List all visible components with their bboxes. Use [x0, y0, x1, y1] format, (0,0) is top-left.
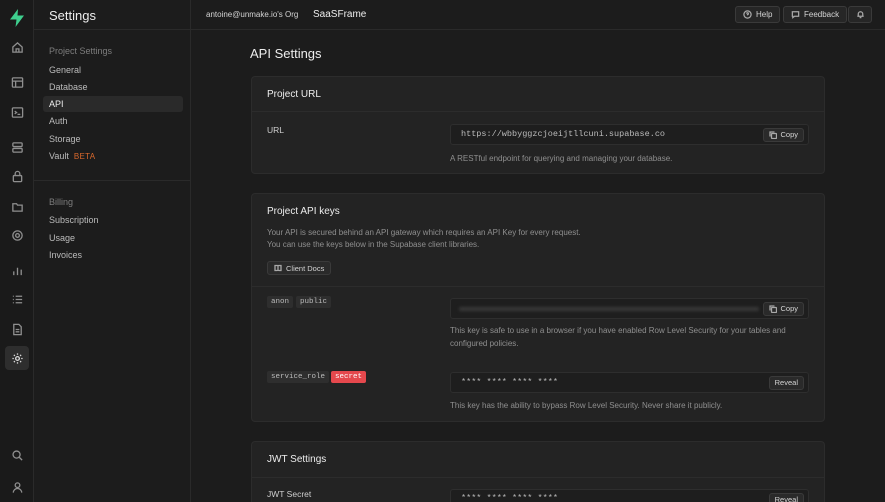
jwt-secret-label: JWT Secret — [267, 489, 312, 499]
home-icon[interactable] — [5, 35, 29, 59]
feedback-button[interactable]: Feedback — [783, 6, 848, 23]
service-role-tag: service_role — [267, 371, 330, 383]
help-label: Help — [756, 10, 773, 19]
copy-label: Copy — [780, 130, 798, 139]
sidebar-divider — [34, 29, 190, 30]
top-bar: antoine@unmake.io's Org SaaSFrame Help F… — [191, 0, 885, 30]
beta-badge: BETA — [73, 152, 96, 161]
project-selector[interactable]: SaaSFrame — [313, 9, 366, 20]
copy-icon — [769, 131, 778, 139]
sidebar-item-auth[interactable]: Auth — [43, 113, 183, 129]
client-docs-button[interactable]: Client Docs — [267, 261, 332, 275]
reveal-label: Reveal — [774, 495, 798, 502]
service-role-key-field[interactable]: **** **** **** **** Reveal — [450, 372, 809, 393]
settings-sidebar: Settings Project Settings General Databa… — [34, 0, 191, 502]
sidebar-item-invoices[interactable]: Invoices — [43, 247, 183, 263]
help-button[interactable]: Help — [735, 6, 781, 23]
copy-label: Copy — [780, 304, 798, 313]
icon-rail — [0, 0, 34, 502]
service-key-help: This key has the ability to bypass Row L… — [450, 401, 723, 410]
sidebar-item-general[interactable]: General — [43, 62, 183, 78]
storage-icon[interactable] — [5, 194, 29, 218]
card-divider — [252, 477, 824, 478]
auth-lock-icon[interactable] — [5, 164, 29, 188]
api-keys-title: Project API keys — [267, 206, 340, 217]
sql-editor-icon[interactable] — [5, 100, 29, 124]
logs-icon[interactable] — [5, 287, 29, 311]
masked-key: **** **** **** **** — [461, 377, 558, 387]
url-value: https://wbbyggzcjoeijtllcuni.supabase.co — [461, 129, 666, 139]
public-tag: public — [296, 296, 332, 308]
copy-anon-key-button[interactable]: Copy — [763, 302, 804, 316]
sidebar-item-subscription[interactable]: Subscription — [43, 212, 183, 228]
sidebar-item-usage[interactable]: Usage — [43, 230, 183, 246]
project-settings-heading: Project Settings — [49, 46, 113, 56]
billing-heading: Billing — [49, 197, 74, 207]
main-content: API Settings Project URL URL https://wbb… — [191, 30, 885, 502]
project-url-title: Project URL — [267, 89, 321, 100]
sidebar-title: Settings — [49, 8, 96, 23]
database-icon[interactable] — [5, 135, 29, 159]
anon-tag: anon — [267, 296, 294, 308]
url-label: URL — [267, 125, 285, 135]
masked-jwt-secret: **** **** **** **** — [461, 493, 558, 502]
feedback-icon — [791, 11, 800, 19]
sidebar-item-label: Vault — [49, 151, 69, 161]
client-docs-label: Client Docs — [286, 263, 325, 273]
reports-icon[interactable] — [5, 258, 29, 282]
org-selector[interactable]: antoine@unmake.io's Org — [206, 10, 298, 19]
help-icon — [743, 10, 752, 19]
jwt-settings-card: JWT Settings JWT Secret **** **** **** *… — [251, 441, 825, 502]
feedback-label: Feedback — [804, 10, 840, 19]
url-help-text: A RESTful endpoint for querying and mana… — [450, 154, 673, 163]
card-divider — [252, 111, 824, 112]
edge-functions-icon[interactable] — [5, 223, 29, 247]
sidebar-item-vault[interactable]: Vault BETA — [43, 148, 183, 164]
anon-key-field[interactable]: Copy — [450, 298, 809, 319]
reveal-service-key-button[interactable]: Reveal — [768, 376, 804, 390]
jwt-secret-field[interactable]: **** **** **** **** Reveal — [450, 489, 809, 502]
supabase-logo-icon[interactable] — [9, 9, 25, 27]
table-editor-icon[interactable] — [5, 70, 29, 94]
sidebar-item-storage[interactable]: Storage — [43, 131, 183, 147]
api-keys-description-2: You can use the keys below in the Supaba… — [267, 240, 480, 249]
copy-icon — [769, 305, 778, 313]
page-title: API Settings — [250, 46, 322, 61]
book-icon — [274, 264, 282, 272]
search-icon[interactable] — [5, 443, 29, 467]
api-keys-card: Project API keys Your API is secured beh… — [251, 193, 825, 422]
jwt-settings-title: JWT Settings — [267, 454, 327, 465]
url-field[interactable]: https://wbbyggzcjoeijtllcuni.supabase.co… — [450, 124, 809, 145]
project-url-card: Project URL URL https://wbbyggzcjoeijtll… — [251, 76, 825, 174]
secret-tag: secret — [331, 371, 367, 383]
api-docs-icon[interactable] — [5, 317, 29, 341]
bell-icon — [856, 11, 864, 19]
reveal-label: Reveal — [774, 378, 798, 387]
sidebar-divider — [34, 180, 190, 181]
settings-gear-icon[interactable] — [5, 346, 29, 370]
copy-url-button[interactable]: Copy — [763, 128, 804, 142]
blurred-key-value — [459, 307, 759, 311]
card-divider — [252, 286, 824, 287]
api-keys-description-1: Your API is secured behind an API gatewa… — [267, 228, 581, 237]
anon-key-help: This key is safe to use in a browser if … — [450, 326, 786, 348]
user-icon[interactable] — [5, 475, 29, 499]
sidebar-item-api[interactable]: API — [43, 96, 183, 112]
reveal-jwt-secret-button[interactable]: Reveal — [768, 493, 804, 502]
sidebar-item-database[interactable]: Database — [43, 79, 183, 95]
notifications-button[interactable] — [848, 6, 872, 23]
